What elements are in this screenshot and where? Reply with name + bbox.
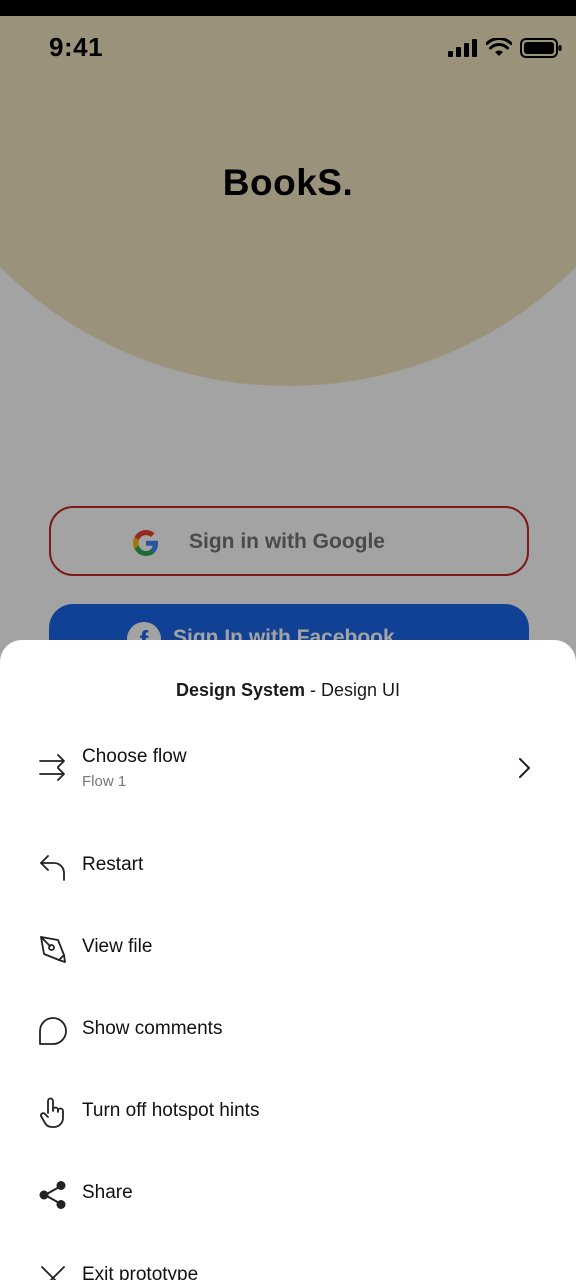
menu-item-label: Exit prototype: [82, 1264, 199, 1280]
menu-item-label: Turn off hotspot hints: [82, 1100, 260, 1121]
pen-icon: [38, 934, 68, 964]
device-top-bezel: [0, 0, 576, 16]
menu-item-share[interactable]: Share: [0, 1165, 576, 1225]
menu-item-restart[interactable]: Restart: [0, 837, 576, 897]
menu-item-show-comments[interactable]: Show comments: [0, 1001, 576, 1061]
restart-icon: [38, 852, 68, 882]
share-icon: [38, 1180, 68, 1210]
prototype-menu-sheet: Design System - Design UI Choose flow Fl…: [0, 640, 576, 1280]
sheet-title-page: - Design UI: [305, 680, 401, 700]
menu-item-label: Restart: [82, 854, 144, 875]
menu-item-choose-flow[interactable]: Choose flow Flow 1: [0, 738, 576, 798]
menu-item-label: Share: [82, 1182, 133, 1203]
app-screen: 9:41 BookS. Sign in with Google Sign In …: [0, 16, 576, 1280]
sheet-title-file: Design System: [175, 680, 306, 700]
sheet-title: Design System - Design UI: [0, 680, 576, 701]
menu-item-label: Show comments: [82, 1018, 223, 1039]
hand-pointer-icon: [38, 1097, 68, 1128]
menu-item-exit-prototype[interactable]: Exit prototype: [0, 1247, 576, 1280]
menu-item-sublabel: Flow 1: [82, 773, 127, 790]
menu-item-label: View file: [82, 936, 153, 957]
comment-icon: [38, 1016, 68, 1046]
menu-item-view-file[interactable]: View file: [0, 919, 576, 979]
arrows-right-icon: [38, 752, 68, 782]
chevron-right-icon: [512, 756, 536, 780]
menu-item-label: Choose flow: [82, 746, 187, 767]
menu-item-hotspot-hints[interactable]: Turn off hotspot hints: [0, 1083, 576, 1143]
close-icon: [38, 1263, 68, 1280]
